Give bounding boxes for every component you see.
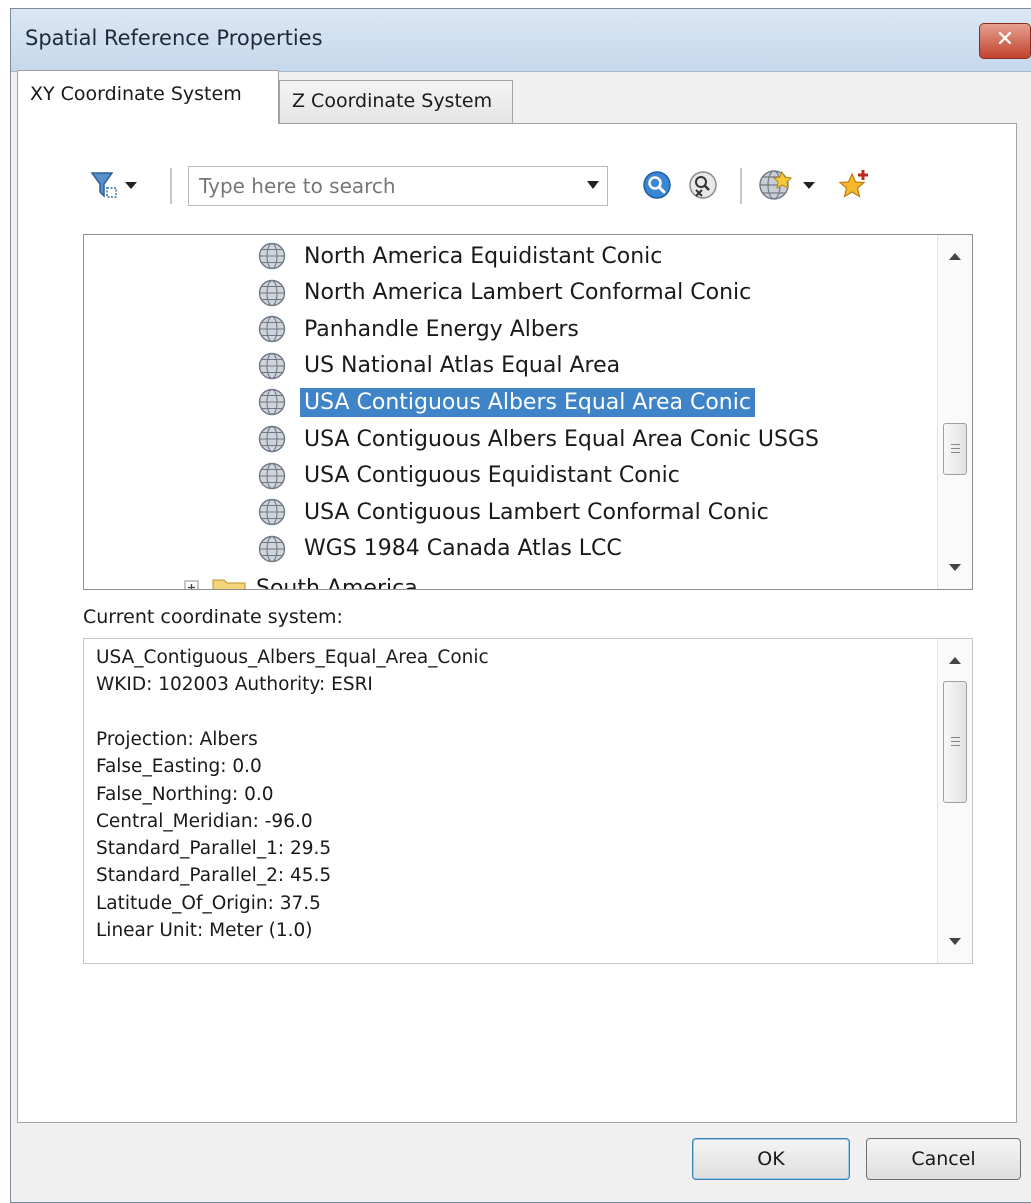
tree-item[interactable]: USA Contiguous Lambert Conformal Conic xyxy=(258,495,773,529)
search-box[interactable] xyxy=(188,166,608,206)
search-dropdown-arrow-icon[interactable] xyxy=(587,181,599,189)
detail-line: Central_Meridian: -96.0 xyxy=(96,810,313,832)
globe-icon xyxy=(258,242,286,270)
search-input[interactable] xyxy=(189,167,581,205)
tree-scrollbar[interactable] xyxy=(937,235,972,589)
tree-folder-south-america[interactable]: South America xyxy=(184,571,418,590)
tree-item-label: North America Lambert Conformal Conic xyxy=(304,280,752,306)
detail-line: Projection: Albers xyxy=(96,728,258,750)
folder-icon xyxy=(212,579,246,589)
scroll-down-arrow-icon[interactable] xyxy=(949,564,961,571)
close-button[interactable]: ✕ xyxy=(979,23,1031,59)
tree-folder-label: South America xyxy=(256,575,418,590)
title-bar[interactable]: Spatial Reference Properties ✕ xyxy=(11,9,1031,72)
tab-xy-coordinate-system[interactable]: XY Coordinate System xyxy=(17,70,279,124)
tree-item[interactable]: WGS 1984 Canada Atlas LCC xyxy=(258,532,626,566)
cancel-button[interactable]: Cancel xyxy=(866,1138,1021,1180)
tree-item-label: WGS 1984 Canada Atlas LCC xyxy=(304,536,622,562)
tree-item-label: USA Contiguous Albers Equal Area Conic U… xyxy=(304,426,820,452)
filter-dropdown-arrow-icon[interactable] xyxy=(124,180,138,190)
globe-icon xyxy=(258,315,286,343)
detail-line: Latitude_Of_Origin: 37.5 xyxy=(96,892,321,914)
toolbar-separator xyxy=(170,168,172,204)
dialog-title: Spatial Reference Properties xyxy=(25,26,323,50)
tree-item[interactable]: USA Contiguous Albers Equal Area Conic U… xyxy=(258,422,823,456)
tree-item-label: USA Contiguous Albers Equal Area Conic xyxy=(300,387,755,417)
tree-item-label: Panhandle Energy Albers xyxy=(304,316,579,342)
tree-item[interactable]: North America Lambert Conformal Conic xyxy=(258,276,755,310)
tree-item-label: North America Equidistant Conic xyxy=(304,243,663,269)
detail-line: Standard_Parallel_2: 45.5 xyxy=(96,865,332,887)
toolbar xyxy=(62,160,892,210)
globe-icon xyxy=(258,389,286,416)
tree-item[interactable]: USA Contiguous Albers Equal Area Conic xyxy=(258,385,755,419)
globe-icon xyxy=(258,425,286,453)
filter-icon[interactable] xyxy=(90,170,118,200)
detail-line: USA_Contiguous_Albers_Equal_Area_Conic xyxy=(96,647,489,668)
tree-item-label: USA Contiguous Lambert Conformal Conic xyxy=(304,499,769,525)
tree-item[interactable]: North America Equidistant Conic xyxy=(258,239,666,273)
globe-icon[interactable] xyxy=(758,168,792,202)
toolbar-separator xyxy=(740,168,742,204)
globe-icon xyxy=(258,352,286,379)
detail-line: WKID: 102003 Authority: ESRI xyxy=(96,674,373,696)
detail-line: False_Northing: 0.0 xyxy=(96,783,274,805)
detail-line: Linear Unit: Meter (1.0) xyxy=(96,920,313,941)
globe-dropdown-arrow-icon[interactable] xyxy=(802,180,816,190)
details-scrollbar[interactable] xyxy=(937,639,972,963)
tree-item-label: US National Atlas Equal Area xyxy=(304,353,621,379)
search-icon[interactable] xyxy=(642,170,672,200)
scrollbar-thumb[interactable] xyxy=(943,681,967,803)
tree-item-label: USA Contiguous Equidistant Conic xyxy=(304,463,680,489)
detail-line: False_Easting: 0.0 xyxy=(96,756,262,778)
globe-icon xyxy=(258,498,286,526)
tab-z-coordinate-system[interactable]: Z Coordinate System xyxy=(279,80,513,124)
scroll-down-arrow-icon[interactable] xyxy=(949,938,961,945)
globe-icon xyxy=(258,462,286,489)
ok-button[interactable]: OK xyxy=(692,1138,850,1180)
clear-search-icon[interactable] xyxy=(688,170,718,200)
coordinate-system-tree[interactable]: North America Equidistant Conic North Ame… xyxy=(83,234,973,590)
add-favorite-icon[interactable] xyxy=(838,168,872,202)
tree-item[interactable]: Panhandle Energy Albers xyxy=(258,312,583,346)
tree-item[interactable]: USA Contiguous Equidistant Conic xyxy=(258,459,684,493)
expand-icon[interactable] xyxy=(184,580,200,590)
scroll-up-arrow-icon[interactable] xyxy=(949,253,961,260)
current-coordinate-system-label: Current coordinate system: xyxy=(83,606,343,628)
detail-line: Standard_Parallel_1: 29.5 xyxy=(96,838,332,860)
scroll-up-arrow-icon[interactable] xyxy=(949,657,961,664)
scrollbar-thumb[interactable] xyxy=(943,423,967,475)
tree-item[interactable]: US National Atlas Equal Area xyxy=(258,349,624,383)
current-coordinate-system-details[interactable]: USA_Contiguous_Albers_Equal_Area_Conic WK… xyxy=(83,638,973,964)
globe-icon xyxy=(258,279,286,306)
globe-icon xyxy=(258,535,286,562)
